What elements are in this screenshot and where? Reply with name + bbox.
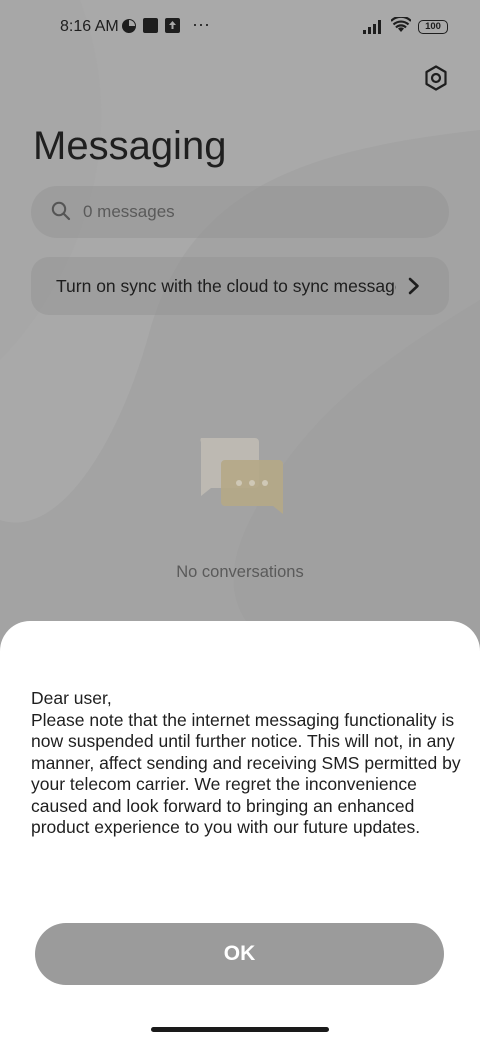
search-input[interactable] [83, 186, 423, 238]
more-dots-icon: ··· [192, 14, 210, 34]
battery-icon: 100 [418, 20, 448, 34]
status-time: 8:16 AM [60, 18, 119, 35]
upload-notification-icon [165, 18, 180, 38]
home-indicator[interactable] [151, 1027, 329, 1032]
status-bar: 8:16 AM ··· 100 [0, 0, 480, 56]
chat-bubbles-icon [195, 436, 287, 516]
clock-dial-icon [121, 18, 137, 39]
square-notification-icon [143, 18, 158, 38]
search-bar[interactable] [31, 186, 449, 238]
sync-banner[interactable]: Turn on sync with the cloud to sync mess… [31, 257, 449, 315]
empty-state-text: No conversations [176, 563, 304, 581]
dialog-message: Dear user, Please note that the internet… [31, 688, 461, 839]
settings-button[interactable] [420, 64, 452, 96]
dialog-body: Please note that the internet messaging … [31, 709, 461, 838]
dialog-greeting: Dear user, [31, 688, 112, 708]
search-icon [51, 201, 71, 226]
wifi-icon [390, 15, 412, 38]
chevron-right-icon [408, 277, 420, 300]
notice-dialog: Dear user, Please note that the internet… [0, 621, 480, 1040]
sync-banner-text: Turn on sync with the cloud to sync mess… [56, 276, 396, 296]
ok-button[interactable]: OK [35, 923, 444, 985]
settings-gear-icon [424, 64, 448, 96]
page-title: Messaging [33, 124, 227, 168]
signal-icon [363, 20, 385, 39]
